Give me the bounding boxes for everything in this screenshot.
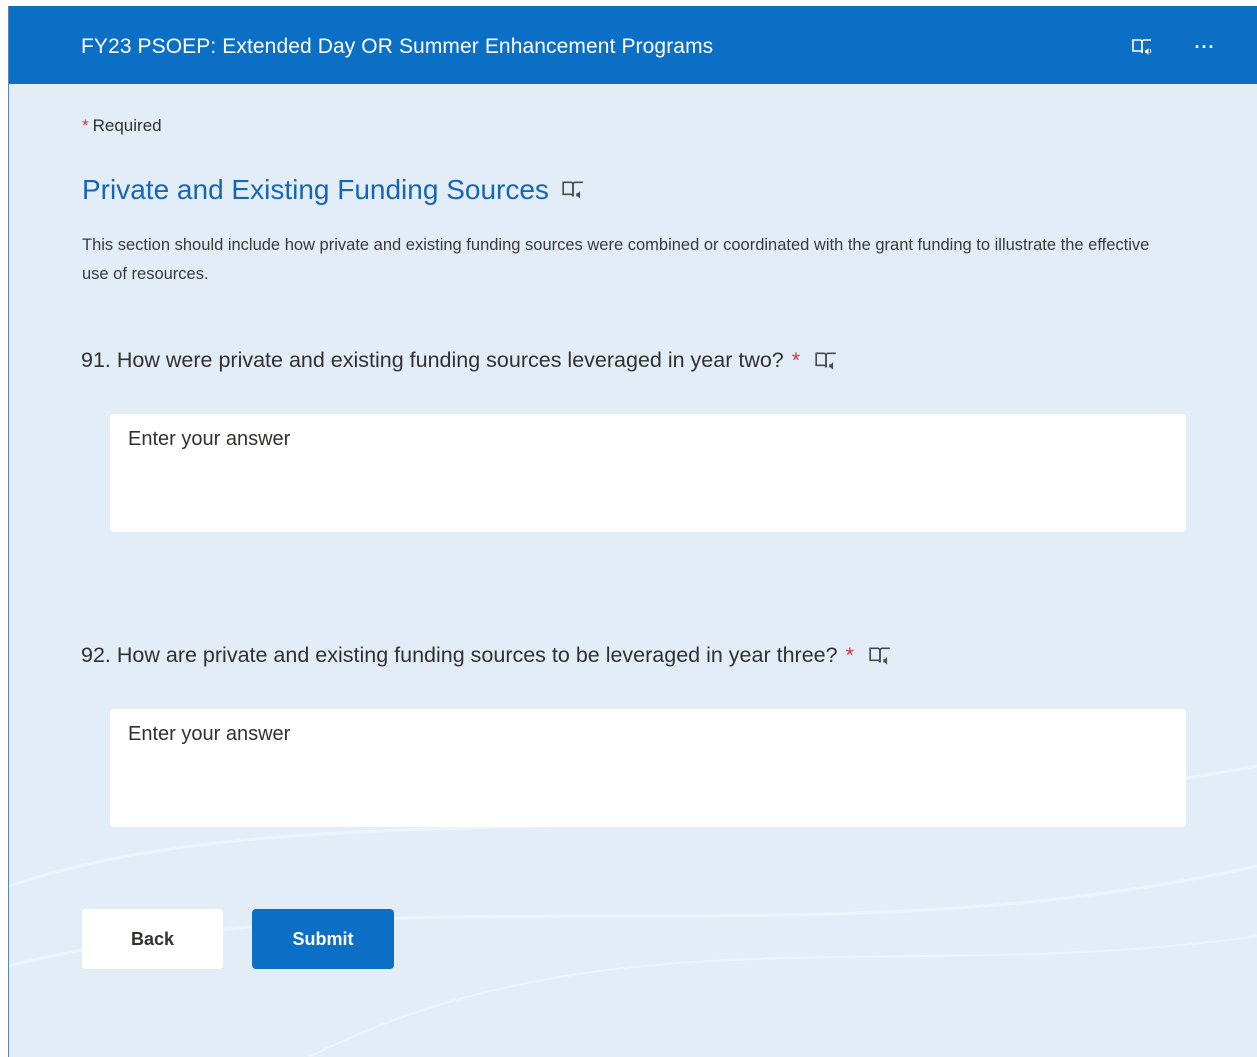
required-asterisk: * [82, 116, 89, 135]
question-text: How were private and existing funding so… [116, 348, 784, 372]
form-window: FY23 PSOEP: Extended Day OR Summer Enhan… [8, 6, 1257, 1057]
answer-field-91[interactable]: Enter your answer [110, 414, 1186, 532]
submit-button[interactable]: Submit [252, 909, 394, 969]
immersive-reader-icon [815, 352, 836, 370]
question-reader-button[interactable] [868, 645, 892, 667]
section-reader-button[interactable] [561, 179, 585, 201]
immersive-reader-icon [562, 181, 583, 199]
immersive-reader-icon [1132, 39, 1152, 55]
question-text: How are private and existing funding sou… [116, 643, 838, 667]
required-asterisk: * [845, 643, 854, 667]
section-header: Private and Existing Funding Sources [82, 174, 585, 206]
form-header: FY23 PSOEP: Extended Day OR Summer Enhan… [9, 6, 1257, 84]
section-description: This section should include how private … [82, 236, 1150, 283]
answer-field-92[interactable]: Enter your answer [110, 709, 1186, 827]
back-button[interactable]: Back [82, 909, 223, 969]
question-92: 92. How are private and existing funding… [81, 643, 892, 668]
required-note: * Required [82, 116, 162, 136]
required-asterisk: * [791, 348, 801, 372]
question-number: 92. [81, 643, 111, 667]
more-options-button[interactable]: ··· [1190, 32, 1220, 62]
question-91: 91. How were private and existing fundin… [81, 348, 838, 373]
question-number: 91. [81, 348, 111, 372]
form-title: FY23 PSOEP: Extended Day OR Summer Enhan… [81, 35, 714, 58]
immersive-reader-button[interactable] [1127, 32, 1157, 62]
immersive-reader-icon [869, 647, 890, 665]
required-label: Required [92, 116, 162, 135]
more-options-icon: ··· [1194, 36, 1216, 57]
question-reader-button[interactable] [814, 350, 838, 372]
section-title: Private and Existing Funding Sources [82, 174, 549, 205]
